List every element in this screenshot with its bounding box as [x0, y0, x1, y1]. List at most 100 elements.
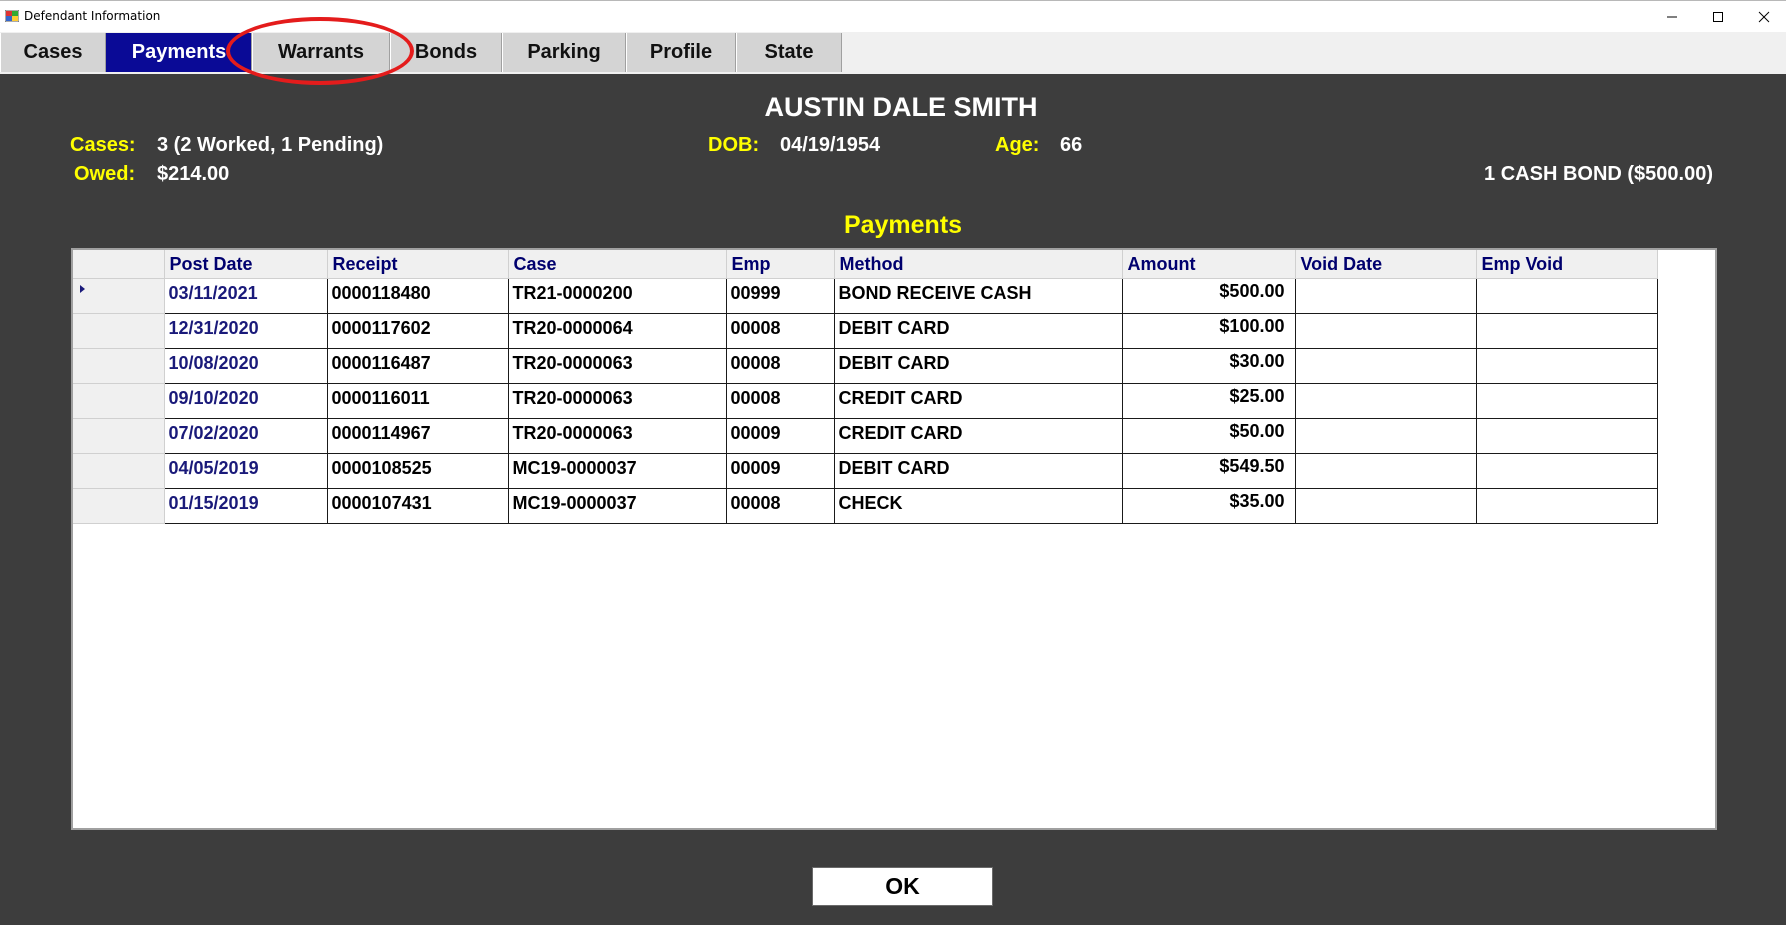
table-row[interactable]: 09/10/2020 0000116011 TR20-0000063 00008… — [73, 383, 1658, 419]
tab-profile[interactable]: Profile — [626, 33, 736, 72]
tab-bonds[interactable]: Bonds — [390, 33, 502, 72]
emp-void-cell[interactable] — [1475, 488, 1658, 524]
table-row[interactable]: 01/15/2019 0000107431 MC19-0000037 00008… — [73, 488, 1658, 524]
dob-label: DOB: — [708, 134, 760, 156]
method-cell[interactable]: DEBIT CARD — [833, 348, 1123, 384]
table-row[interactable]: 10/08/2020 0000116487 TR20-0000063 00008… — [73, 348, 1658, 384]
column-header-amount[interactable]: Amount — [1122, 250, 1296, 279]
post-date-cell[interactable]: 07/02/2020 — [163, 418, 328, 454]
post-date-cell[interactable]: 04/05/2019 — [163, 453, 328, 489]
emp-cell[interactable]: 00008 — [725, 488, 835, 524]
case-cell[interactable]: MC19-0000037 — [507, 453, 727, 489]
case-cell[interactable]: TR21-0000200 — [507, 278, 727, 314]
column-header-post-date[interactable]: Post Date — [164, 250, 328, 279]
case-cell[interactable]: TR20-0000063 — [507, 348, 727, 384]
row-selector[interactable] — [73, 453, 165, 489]
receipt-cell[interactable]: 0000108525 — [326, 453, 509, 489]
amount-cell[interactable]: $25.00 — [1121, 383, 1296, 419]
current-row-arrow-icon — [80, 285, 85, 293]
bond-summary: 1 CASH BOND ($500.00) — [1484, 163, 1713, 185]
row-selector[interactable] — [73, 488, 165, 524]
method-cell[interactable]: CHECK — [833, 488, 1123, 524]
tab-warrants[interactable]: Warrants — [252, 33, 390, 72]
emp-void-cell[interactable] — [1475, 383, 1658, 419]
receipt-cell[interactable]: 0000116487 — [326, 348, 509, 384]
post-date-cell[interactable]: 09/10/2020 — [163, 383, 328, 419]
emp-cell[interactable]: 00009 — [725, 418, 835, 454]
emp-cell[interactable]: 00008 — [725, 348, 835, 384]
row-selector[interactable] — [73, 418, 165, 454]
owed-label: Owed: — [74, 163, 136, 185]
emp-cell[interactable]: 00008 — [725, 383, 835, 419]
method-cell[interactable]: CREDIT CARD — [833, 383, 1123, 419]
receipt-cell[interactable]: 0000117602 — [326, 313, 509, 349]
table-row[interactable]: 07/02/2020 0000114967 TR20-0000063 00009… — [73, 418, 1658, 454]
row-selector[interactable] — [73, 348, 165, 384]
column-header-void-date[interactable]: Void Date — [1295, 250, 1477, 279]
row-selector[interactable] — [73, 313, 165, 349]
window-title: Defendant Information — [24, 9, 161, 23]
case-cell[interactable]: MC19-0000037 — [507, 488, 727, 524]
defendant-information-window: Defendant Information Cases Payments War… — [0, 0, 1786, 925]
column-header-emp-void[interactable]: Emp Void — [1476, 250, 1658, 279]
method-cell[interactable]: DEBIT CARD — [833, 453, 1123, 489]
void-date-cell[interactable] — [1294, 488, 1477, 524]
void-date-cell[interactable] — [1294, 348, 1477, 384]
amount-cell[interactable]: $35.00 — [1121, 488, 1296, 524]
emp-void-cell[interactable] — [1475, 453, 1658, 489]
receipt-cell[interactable]: 0000107431 — [326, 488, 509, 524]
void-date-cell[interactable] — [1294, 278, 1477, 314]
tab-parking[interactable]: Parking — [502, 33, 626, 72]
emp-void-cell[interactable] — [1475, 418, 1658, 454]
receipt-cell[interactable]: 0000114967 — [326, 418, 509, 454]
void-date-cell[interactable] — [1294, 418, 1477, 454]
minimize-button[interactable] — [1650, 1, 1694, 32]
method-cell[interactable]: DEBIT CARD — [833, 313, 1123, 349]
amount-cell[interactable]: $50.00 — [1121, 418, 1296, 454]
close-button[interactable] — [1742, 1, 1786, 32]
method-cell[interactable]: CREDIT CARD — [833, 418, 1123, 454]
column-header-method[interactable]: Method — [834, 250, 1123, 279]
amount-cell[interactable]: $100.00 — [1121, 313, 1296, 349]
table-row[interactable]: 04/05/2019 0000108525 MC19-0000037 00009… — [73, 453, 1658, 489]
case-cell[interactable]: TR20-0000063 — [507, 418, 727, 454]
table-header-row: Post Date Receipt Case Emp Method Amount… — [73, 250, 1658, 279]
amount-cell[interactable]: $500.00 — [1121, 278, 1296, 314]
emp-void-cell[interactable] — [1475, 278, 1658, 314]
void-date-cell[interactable] — [1294, 453, 1477, 489]
cases-label: Cases: — [70, 134, 136, 156]
post-date-cell[interactable]: 03/11/2021 — [163, 278, 328, 314]
amount-cell[interactable]: $30.00 — [1121, 348, 1296, 384]
post-date-cell[interactable]: 12/31/2020 — [163, 313, 328, 349]
emp-cell[interactable]: 00009 — [725, 453, 835, 489]
table-row[interactable]: 03/11/2021 0000118480 TR21-0000200 00999… — [73, 278, 1658, 314]
table-row[interactable]: 12/31/2020 0000117602 TR20-0000064 00008… — [73, 313, 1658, 349]
receipt-cell[interactable]: 0000116011 — [326, 383, 509, 419]
receipt-cell[interactable]: 0000118480 — [326, 278, 509, 314]
method-cell[interactable]: BOND RECEIVE CASH — [833, 278, 1123, 314]
case-cell[interactable]: TR20-0000064 — [507, 313, 727, 349]
tab-payments[interactable]: Payments — [106, 33, 252, 72]
maximize-button[interactable] — [1696, 1, 1740, 32]
payments-grid[interactable]: Post Date Receipt Case Emp Method Amount… — [71, 248, 1717, 830]
void-date-cell[interactable] — [1294, 383, 1477, 419]
post-date-cell[interactable]: 01/15/2019 — [163, 488, 328, 524]
row-header-corner — [73, 250, 165, 279]
emp-cell[interactable]: 00008 — [725, 313, 835, 349]
emp-void-cell[interactable] — [1475, 348, 1658, 384]
amount-cell[interactable]: $549.50 — [1121, 453, 1296, 489]
ok-button[interactable]: OK — [812, 867, 993, 906]
row-selector[interactable] — [73, 278, 165, 314]
row-selector[interactable] — [73, 383, 165, 419]
emp-cell[interactable]: 00999 — [725, 278, 835, 314]
column-header-receipt[interactable]: Receipt — [327, 250, 509, 279]
tab-state[interactable]: State — [736, 33, 842, 72]
column-header-emp[interactable]: Emp — [726, 250, 835, 279]
void-date-cell[interactable] — [1294, 313, 1477, 349]
emp-void-cell[interactable] — [1475, 313, 1658, 349]
case-cell[interactable]: TR20-0000063 — [507, 383, 727, 419]
post-date-cell[interactable]: 10/08/2020 — [163, 348, 328, 384]
tab-cases[interactable]: Cases — [0, 33, 106, 72]
column-header-case[interactable]: Case — [508, 250, 727, 279]
age-value: 66 — [1060, 134, 1083, 156]
